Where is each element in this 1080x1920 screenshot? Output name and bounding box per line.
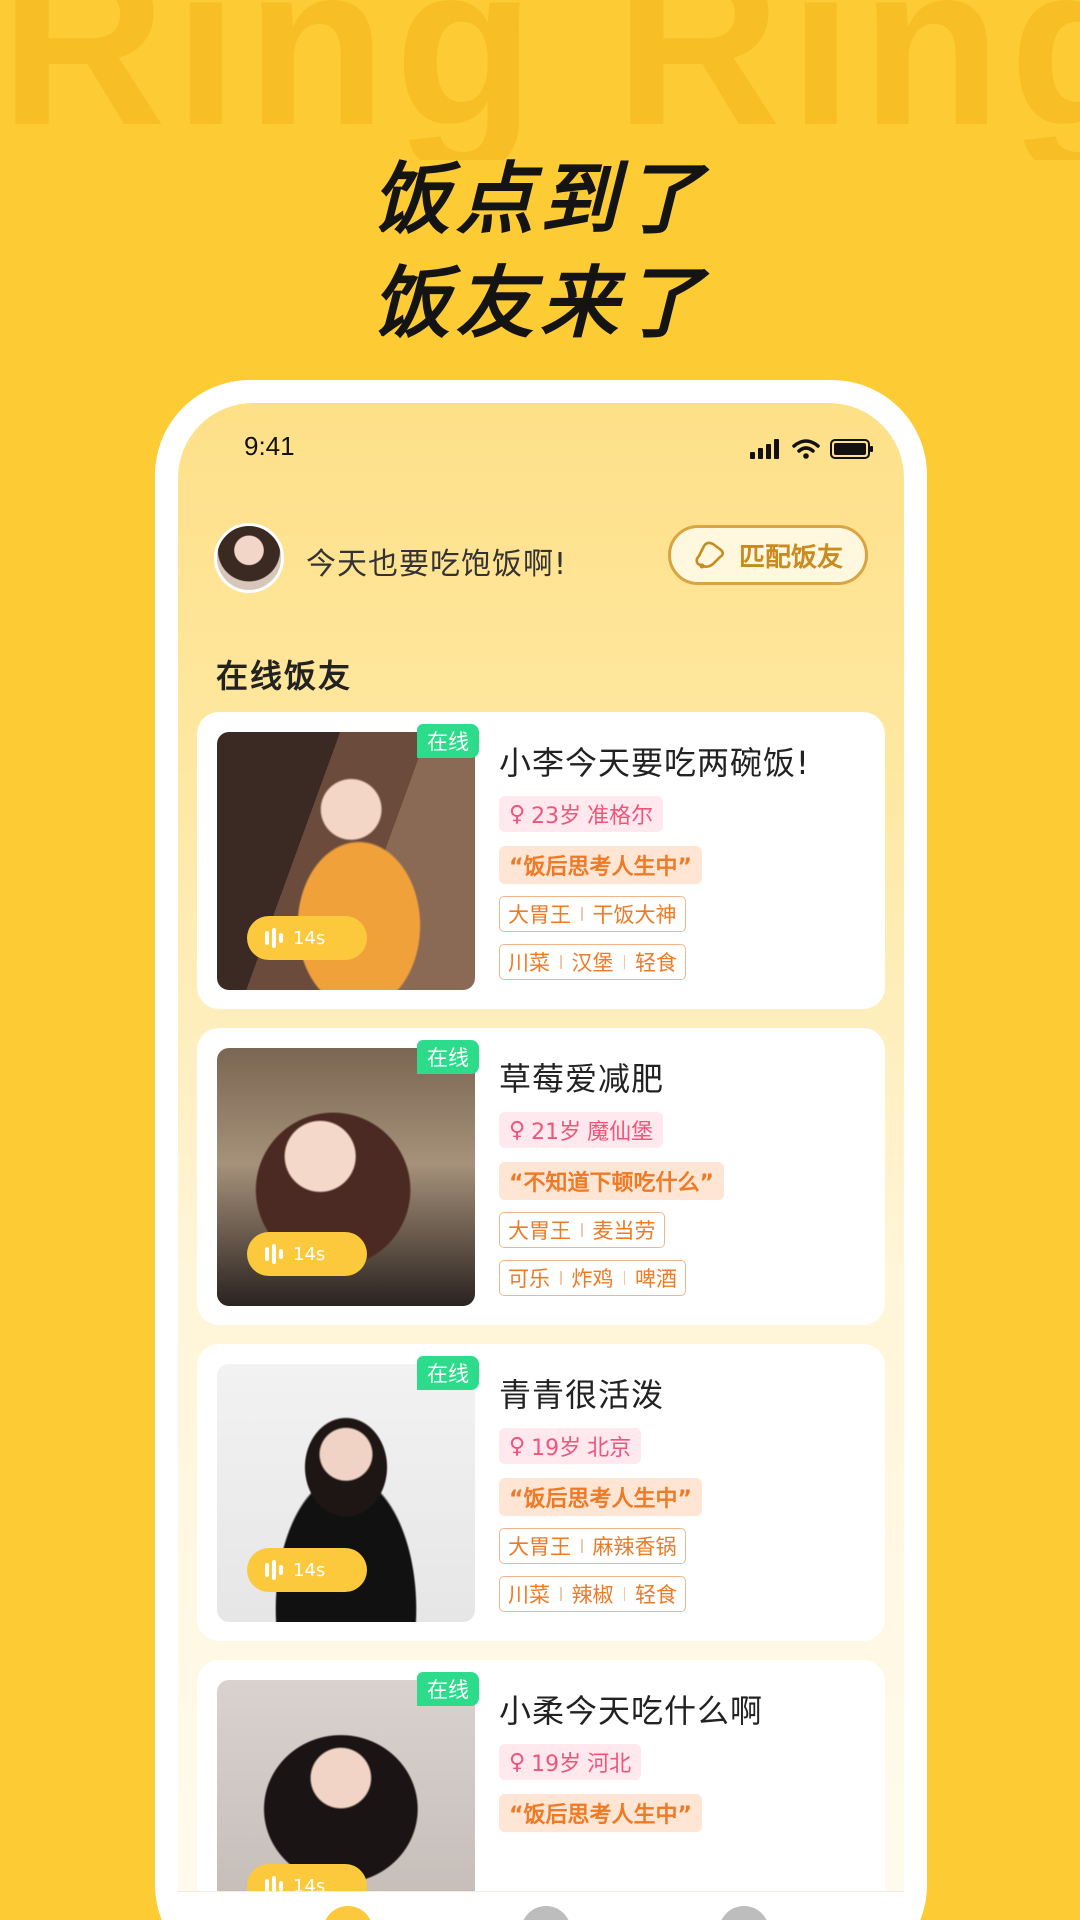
headline-line-2: 饭友来了	[371, 259, 708, 349]
quote-tag: “饭后思考人生中”	[499, 1794, 702, 1832]
voice-intro-button[interactable]: 14s	[247, 916, 367, 960]
wifi-icon	[792, 439, 820, 459]
taste-tags: 大胃王 麻辣香锅	[499, 1528, 686, 1564]
signal-icon	[750, 439, 779, 459]
online-badge: 在线	[417, 1672, 479, 1706]
age-city-tag: ♀ 19岁 河北	[499, 1744, 642, 1780]
food-tags: 川菜 辣椒 轻食	[499, 1576, 686, 1612]
background-watermark-text: Ring Ring	[0, 0, 1080, 160]
voice-intro-button[interactable]: 14s	[247, 1548, 367, 1592]
tag: 轻食	[635, 1583, 677, 1607]
home-icon	[323, 1906, 373, 1920]
chat-icon	[521, 1906, 571, 1920]
phone-frame: 9:41 今天也要吃饱饭啊! 匹配饭友 在线饭友 在线 14s 小李今天要吃两碗…	[155, 380, 927, 1920]
age-city-tag: ♀ 21岁 魔仙堡	[499, 1112, 664, 1148]
greeting-text: 今天也要吃饱饭啊!	[306, 547, 568, 582]
tag: 川菜	[508, 1583, 550, 1607]
age-text: 21岁	[531, 1120, 582, 1145]
friend-name: 青青很活泼	[499, 1376, 665, 1414]
voice-wave-icon	[265, 1560, 283, 1580]
tag: 大胃王	[508, 1219, 571, 1243]
bottom-tab-bar: 首页 聊天 广场	[178, 1891, 904, 1920]
taste-tags: 大胃王 麦当劳	[499, 1212, 665, 1248]
taste-tags: 大胃王 干饭大神	[499, 896, 686, 932]
tag: 川菜	[508, 951, 550, 975]
bell-icon	[695, 541, 725, 569]
tag: 辣椒	[571, 1583, 614, 1607]
online-badge: 在线	[417, 1040, 479, 1074]
tag: 麻辣香锅	[592, 1535, 677, 1559]
friend-name: 小李今天要吃两碗饭!	[499, 744, 810, 782]
female-icon: ♀	[509, 1749, 526, 1775]
profile-photo: 14s	[217, 732, 475, 990]
voice-duration: 14s	[293, 1559, 326, 1581]
status-icons	[750, 439, 874, 459]
tag: 轻食	[635, 951, 677, 975]
voice-wave-icon	[265, 1244, 283, 1264]
friend-card[interactable]: 在线 14s 小李今天要吃两碗饭! ♀ 23岁 准格尔 “饭后思考人生中” 大胃…	[197, 712, 885, 1009]
voice-intro-button[interactable]: 14s	[247, 1232, 367, 1276]
status-time: 9:41	[244, 431, 295, 461]
profile-photo: 14s	[217, 1048, 475, 1306]
tag: 大胃王	[508, 1535, 571, 1559]
female-icon: ♀	[509, 1433, 526, 1459]
online-badge: 在线	[417, 724, 479, 758]
friend-card[interactable]: 在线 14s 草莓爱减肥 ♀ 21岁 魔仙堡 “不知道下顿吃什么” 大胃王 麦当…	[197, 1028, 885, 1325]
online-badge: 在线	[417, 1356, 479, 1390]
tab-square[interactable]: 广场	[694, 1906, 794, 1920]
age-text: 23岁	[531, 804, 582, 829]
age-city-tag: ♀ 23岁 准格尔	[499, 796, 664, 832]
food-tags: 川菜 汉堡 轻食	[499, 944, 686, 980]
quote-tag: “饭后思考人生中”	[499, 846, 702, 884]
tab-home[interactable]: 首页	[298, 1906, 398, 1920]
voice-wave-icon	[265, 928, 283, 948]
tag: 啤酒	[635, 1267, 677, 1291]
voice-duration: 14s	[293, 927, 326, 949]
age-city-tag: ♀ 19岁 北京	[499, 1428, 642, 1464]
age-text: 19岁	[531, 1752, 582, 1777]
voice-duration: 14s	[293, 1243, 326, 1265]
tag: 汉堡	[571, 951, 614, 975]
tag: 干饭大神	[592, 903, 677, 927]
tab-chat[interactable]: 聊天	[496, 1906, 596, 1920]
profile-photo: 14s	[217, 1680, 475, 1920]
tag: 麦当劳	[592, 1219, 656, 1243]
headline: 饭点到了 饭友来了	[0, 148, 1080, 356]
city-text: 河北	[587, 1752, 632, 1777]
city-text: 魔仙堡	[587, 1120, 654, 1145]
quote-tag: “不知道下顿吃什么”	[499, 1162, 724, 1200]
profile-photo: 14s	[217, 1364, 475, 1622]
headline-line-1: 饭点到了	[371, 155, 708, 245]
tag: 炸鸡	[571, 1267, 614, 1291]
city-text: 准格尔	[587, 804, 654, 829]
tag: 大胃王	[508, 903, 571, 927]
friend-card[interactable]: 在线 14s 青青很活泼 ♀ 19岁 北京 “饭后思考人生中” 大胃王 麻辣香锅…	[197, 1344, 885, 1641]
quote-tag: “饭后思考人生中”	[499, 1478, 702, 1516]
phone-screen: 9:41 今天也要吃饱饭啊! 匹配饭友 在线饭友 在线 14s 小李今天要吃两碗…	[178, 403, 904, 1920]
female-icon: ♀	[509, 1117, 526, 1143]
female-icon: ♀	[509, 801, 526, 827]
city-text: 北京	[587, 1436, 632, 1461]
friend-name: 草莓爱减肥	[499, 1060, 665, 1098]
home-header: 今天也要吃饱饭啊! 匹配饭友	[178, 523, 904, 593]
friend-name: 小柔今天吃什么啊	[499, 1692, 764, 1730]
tag: 可乐	[508, 1267, 550, 1291]
section-title: 在线饭友	[216, 657, 353, 695]
friend-card[interactable]: 在线 14s 小柔今天吃什么啊 ♀ 19岁 河北 “饭后思考人生中”	[197, 1660, 885, 1920]
battery-icon	[830, 439, 873, 459]
match-friend-button[interactable]: 匹配饭友	[668, 525, 868, 585]
food-tags: 可乐 炸鸡 啤酒	[499, 1260, 686, 1296]
compass-icon	[719, 1906, 769, 1920]
match-button-label: 匹配饭友	[738, 542, 843, 573]
user-avatar[interactable]	[214, 523, 284, 593]
age-text: 19岁	[531, 1436, 582, 1461]
